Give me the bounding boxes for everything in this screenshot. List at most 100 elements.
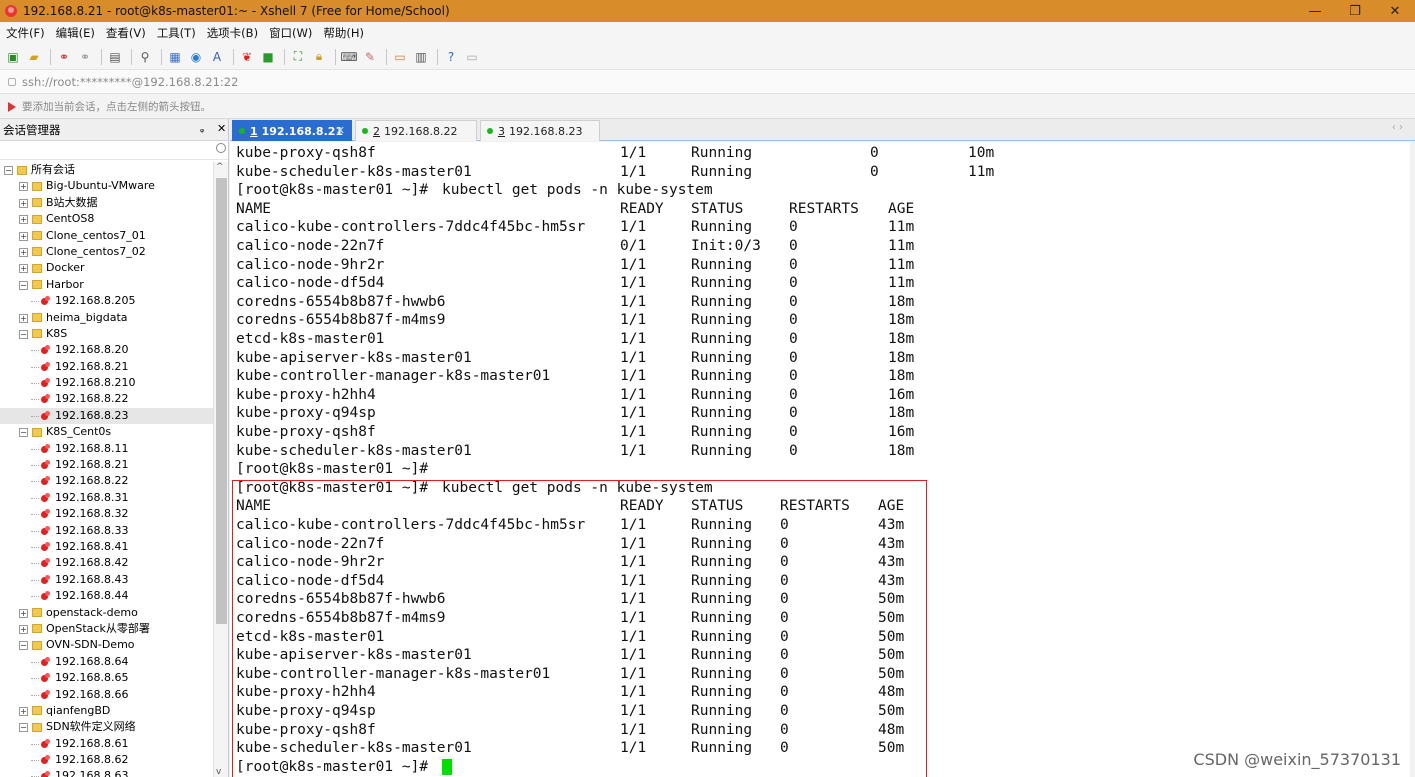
folder-item[interactable]: + qianfengBD <box>0 703 213 719</box>
tab-navigation-icon[interactable]: ‹ › <box>1392 122 1403 133</box>
close-panel-icon[interactable]: ✕ <box>217 122 226 135</box>
expand-icon[interactable]: + <box>19 313 28 323</box>
expand-icon[interactable]: + <box>19 231 28 241</box>
session-item[interactable]: 192.168.8.41 <box>0 539 213 555</box>
new-session-icon[interactable]: ▣ <box>4 48 22 66</box>
session-item[interactable]: 192.168.8.61 <box>0 736 213 752</box>
session-item[interactable]: 192.168.8.11 <box>0 441 213 457</box>
tree-root[interactable]: − 所有会话 <box>0 162 213 178</box>
collapse-icon[interactable]: − <box>19 428 28 438</box>
add-session-arrow-icon[interactable] <box>8 101 16 112</box>
session-search[interactable] <box>0 141 228 160</box>
scroll-thumb[interactable] <box>216 178 227 624</box>
minimize-button[interactable]: — <box>1295 0 1335 22</box>
tab-192-168-8-23[interactable]: 3 192.168.8.23 <box>480 120 600 141</box>
menu-file[interactable]: 文件(F) <box>6 25 45 41</box>
menu-help[interactable]: 帮助(H) <box>323 25 364 41</box>
layout-icon[interactable]: ▦ <box>166 48 184 66</box>
session-address[interactable]: ssh://root:*********@192.168.8.21:22 <box>22 75 238 89</box>
expand-icon[interactable]: + <box>19 608 28 618</box>
session-item[interactable]: 192.168.8.21 <box>0 457 213 473</box>
expand-icon[interactable]: + <box>19 198 28 208</box>
session-item[interactable]: 192.168.8.31 <box>0 490 213 506</box>
xshell-icon[interactable]: ❦ <box>238 48 256 66</box>
font-icon[interactable]: A <box>208 48 226 66</box>
terminal-scrollbar[interactable] <box>1410 142 1415 777</box>
session-item[interactable]: 192.168.8.62 <box>0 752 213 768</box>
folder-item[interactable]: + OpenStack从零部署 <box>0 621 213 637</box>
menu-edit[interactable]: 编辑(E) <box>56 25 95 41</box>
chat-icon[interactable]: ▭ <box>463 48 481 66</box>
session-item[interactable]: 192.168.8.21 <box>0 359 213 375</box>
session-item[interactable]: 192.168.8.210 <box>0 375 213 391</box>
tile-icon[interactable]: ▥ <box>412 48 430 66</box>
globe-icon[interactable]: ◉ <box>187 48 205 66</box>
expand-icon[interactable]: + <box>19 247 28 257</box>
menu-tab[interactable]: 选项卡(B) <box>207 25 258 41</box>
session-item[interactable]: 192.168.8.65 <box>0 670 213 686</box>
session-item[interactable]: 192.168.8.32 <box>0 506 213 522</box>
script-icon[interactable]: ▭ <box>391 48 409 66</box>
pin-icon[interactable]: ᵩ <box>200 124 204 135</box>
folder-item[interactable]: + openstack-demo <box>0 605 213 621</box>
help-icon[interactable]: ? <box>442 48 460 66</box>
connect-icon[interactable]: ⚭ <box>55 48 73 66</box>
menu-view[interactable]: 查看(V) <box>106 25 146 41</box>
expand-icon[interactable]: + <box>19 264 28 274</box>
lock-icon[interactable]: 🔒︎ <box>310 48 328 66</box>
expand-icon[interactable]: + <box>19 706 28 716</box>
compose-icon[interactable]: ✎ <box>361 48 379 66</box>
folder-item[interactable]: + Docker <box>0 260 213 276</box>
folder-item[interactable]: + Clone_centos7_02 <box>0 244 213 260</box>
close-tab-icon[interactable]: ✕ <box>336 124 345 137</box>
folder-item[interactable]: − SDN软件定义网络 <box>0 719 213 735</box>
expand-icon[interactable]: + <box>19 182 28 192</box>
tab-192-168-8-22[interactable]: 2 192.168.8.22 <box>355 120 477 141</box>
session-item[interactable]: 192.168.8.63 <box>0 768 213 777</box>
session-item[interactable]: 192.168.8.42 <box>0 555 213 571</box>
session-item[interactable]: 192.168.8.22 <box>0 473 213 489</box>
search-icon[interactable] <box>216 143 226 153</box>
folder-item[interactable]: + heima_bigdata <box>0 310 213 326</box>
disconnect-icon[interactable]: ⚭ <box>76 48 94 66</box>
folder-item[interactable]: + B站大数据 <box>0 195 213 211</box>
session-item[interactable]: 192.168.8.205 <box>0 293 213 309</box>
collapse-icon[interactable]: − <box>19 280 28 290</box>
session-item[interactable]: 192.168.8.20 <box>0 342 213 358</box>
fullscreen-icon[interactable]: ⛶ <box>289 48 307 66</box>
close-button[interactable]: ✕ <box>1375 0 1415 22</box>
folder-item[interactable]: + Big-Ubuntu-VMware <box>0 178 213 194</box>
find-icon[interactable]: ⚲ <box>136 48 154 66</box>
session-item[interactable]: 192.168.8.22 <box>0 391 213 407</box>
session-item[interactable]: 192.168.8.43 <box>0 572 213 588</box>
expand-icon[interactable]: + <box>19 215 28 225</box>
menu-tools[interactable]: 工具(T) <box>157 25 196 41</box>
expand-icon[interactable]: + <box>19 624 28 634</box>
properties-icon[interactable]: ▤ <box>106 48 124 66</box>
sidebar-scrollbar[interactable]: ^ v <box>213 162 228 777</box>
session-item[interactable]: 192.168.8.23 <box>0 407 213 425</box>
keyboard-icon[interactable]: ⌨ <box>340 48 358 66</box>
tab-192-168-8-21[interactable]: 1 192.168.8.21 ✕ <box>232 120 352 141</box>
folder-item[interactable]: − K8S <box>0 326 213 342</box>
session-item[interactable]: 192.168.8.33 <box>0 523 213 539</box>
folder-item[interactable]: + Clone_centos7_01 <box>0 228 213 244</box>
terminal-output[interactable]: kube-proxy-qsh8f 1/1 Running 0 10m kube-sched… <box>230 142 1415 777</box>
collapse-icon[interactable]: − <box>4 166 13 175</box>
scroll-up-icon[interactable]: ^ <box>216 162 224 172</box>
collapse-icon[interactable]: − <box>19 723 28 733</box>
folder-item[interactable]: − K8S_Cent0s <box>0 424 213 440</box>
folder-item[interactable]: + CentOS8 <box>0 211 213 227</box>
session-item[interactable]: 192.168.8.44 <box>0 588 213 604</box>
session-item[interactable]: 192.168.8.66 <box>0 687 213 703</box>
xftp-icon[interactable]: ■ <box>259 48 277 66</box>
session-item[interactable]: 192.168.8.64 <box>0 654 213 670</box>
collapse-icon[interactable]: − <box>19 329 28 339</box>
folder-item[interactable]: − OVN-SDN-Demo <box>0 637 213 653</box>
open-folder-icon[interactable]: ▰ <box>25 48 43 66</box>
menu-window[interactable]: 窗口(W) <box>269 25 312 41</box>
scroll-down-icon[interactable]: v <box>216 767 221 777</box>
maximize-button[interactable]: ❐ <box>1335 0 1375 22</box>
folder-item[interactable]: − Harbor <box>0 277 213 293</box>
collapse-icon[interactable]: − <box>19 641 28 651</box>
